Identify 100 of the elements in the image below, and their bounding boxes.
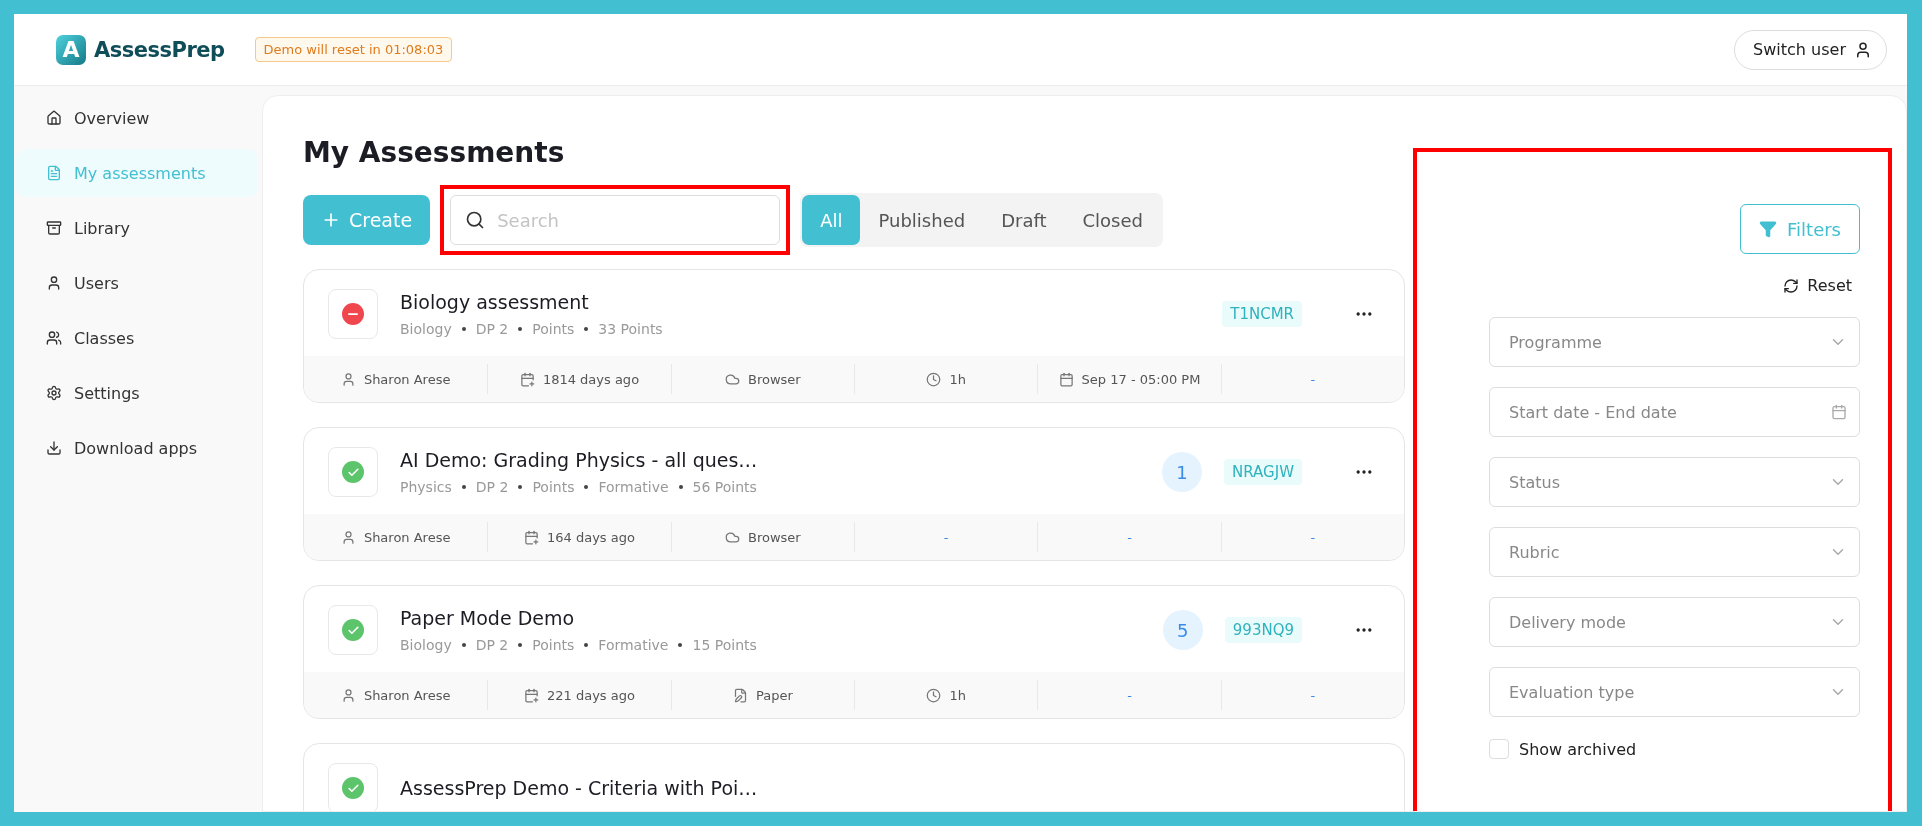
page-title: My Assessments — [303, 136, 566, 169]
meta-label: 33 Points — [598, 321, 663, 337]
user-icon — [340, 687, 356, 703]
user-icon — [340, 371, 356, 387]
reset-button[interactable]: Reset — [1783, 276, 1852, 295]
meta-label: 56 Points — [692, 479, 757, 495]
bullet-icon — [584, 327, 589, 331]
meta-label: Points — [532, 479, 575, 495]
submission-count: 1 — [1162, 452, 1203, 492]
checkbox-label: Show archived — [1519, 739, 1637, 759]
meta-label: Formative — [598, 479, 669, 495]
calendar-plus-icon — [524, 529, 539, 545]
bullet-icon — [461, 485, 466, 489]
meta-label: DP 2 — [475, 637, 509, 653]
assessment-code: NRAGJW — [1224, 459, 1302, 485]
detail-text: Sharon Arese — [363, 687, 451, 703]
bullet-icon — [678, 485, 683, 489]
select-field[interactable]: Rubric — [1489, 527, 1860, 577]
detail-text: Sharon Arese — [363, 529, 451, 545]
cloud-icon — [724, 371, 740, 387]
meta-label: 15 Points — [692, 637, 757, 653]
sidebar-item[interactable]: Classes — [16, 314, 258, 362]
users-icon — [46, 330, 62, 346]
detail-text: 1h — [949, 371, 966, 387]
settings-icon — [46, 385, 62, 401]
detail-text: - — [943, 529, 949, 545]
calendar-plus-icon — [524, 687, 539, 703]
sidebar-item[interactable]: Library — [16, 204, 258, 252]
pen-document-icon — [732, 687, 748, 703]
filter-tab[interactable]: Published — [860, 195, 984, 245]
detail-text: Sep 17 - 05:00 PM — [1081, 371, 1201, 387]
detail-text: Sharon Arese — [363, 371, 451, 387]
assessment-title[interactable]: AssessPrep Demo - Criteria with Poi… — [400, 777, 1380, 799]
detail-text: - — [1127, 687, 1132, 703]
check-icon — [342, 461, 364, 483]
select-field[interactable]: Programme — [1489, 317, 1860, 367]
user-icon — [1854, 40, 1872, 59]
user-icon — [340, 529, 356, 545]
meta-label: Biology — [400, 637, 452, 653]
clock-icon — [926, 687, 942, 703]
select-field[interactable]: Evaluation type — [1489, 667, 1860, 717]
detail-text: - — [1310, 529, 1316, 545]
search-field[interactable]: Search — [450, 195, 781, 245]
logo-icon: A — [56, 34, 86, 65]
bullet-icon — [678, 643, 683, 647]
demo-reset-notice: Demo will reset in 01:08:03 — [254, 37, 453, 62]
meta-label: Points — [532, 321, 575, 337]
filter-icon — [1759, 220, 1778, 238]
detail-text: 164 days ago — [547, 529, 635, 545]
sidebar-item[interactable]: Users — [16, 259, 258, 307]
meta-label: DP 2 — [475, 479, 509, 495]
calendar-icon — [1058, 371, 1074, 387]
bullet-icon — [584, 485, 589, 489]
assessment-title[interactable]: AI Demo: Grading Physics - all ques… — [400, 449, 1141, 471]
bullet-icon — [584, 643, 589, 647]
detail-text: Browser — [747, 529, 801, 545]
select-field[interactable]: Status — [1489, 457, 1860, 507]
cloud-icon — [724, 529, 740, 545]
detail-text: - — [1127, 529, 1132, 545]
detail-text: Browser — [747, 371, 801, 387]
assessment-code: 993NQ9 — [1224, 617, 1302, 643]
filter-tab[interactable]: Draft — [983, 195, 1065, 245]
detail-text: - — [1310, 687, 1316, 703]
calendar-icon — [1831, 404, 1847, 420]
check-icon — [342, 777, 364, 799]
clock-icon — [926, 371, 942, 387]
home-icon — [46, 110, 62, 126]
archive-icon — [46, 220, 62, 236]
brand-name: AssessPrep — [94, 37, 225, 62]
select-field[interactable]: Delivery mode — [1489, 597, 1860, 647]
bullet-icon — [518, 643, 523, 647]
assessment-code: T1NCMR — [1222, 301, 1302, 327]
switch-user-button[interactable]: Switch user — [1734, 29, 1887, 70]
bullet-icon — [461, 643, 466, 647]
sidebar-item[interactable]: Settings — [16, 369, 258, 417]
bullet-icon — [518, 327, 523, 331]
check-icon — [342, 619, 364, 641]
sidebar-item[interactable]: Overview — [16, 94, 258, 142]
detail-text: 1h — [949, 687, 966, 703]
assessment-title[interactable]: Paper Mode Demo — [400, 607, 1141, 629]
minus-icon — [342, 303, 364, 325]
download-icon — [46, 440, 62, 456]
document-icon — [46, 165, 62, 181]
meta-label: Points — [532, 637, 575, 653]
assessment-title[interactable]: Biology assessment — [400, 291, 1201, 313]
detail-text: 221 days ago — [547, 687, 635, 703]
filter-tab[interactable]: Closed — [1064, 195, 1161, 245]
sidebar-item[interactable]: Download apps — [16, 424, 258, 472]
meta-label: Formative — [598, 637, 669, 653]
calendar-plus-icon — [519, 371, 535, 387]
checkbox[interactable] — [1489, 739, 1509, 759]
meta-label: Physics — [400, 479, 452, 495]
meta-label: Biology — [400, 321, 452, 337]
detail-text: Paper — [755, 687, 793, 703]
submission-count: 5 — [1162, 610, 1203, 650]
date-range-field[interactable]: Start date - End date — [1489, 387, 1860, 437]
user-icon — [46, 275, 62, 291]
refresh-icon — [1783, 277, 1800, 294]
search-icon — [465, 210, 486, 230]
bullet-icon — [461, 327, 466, 331]
